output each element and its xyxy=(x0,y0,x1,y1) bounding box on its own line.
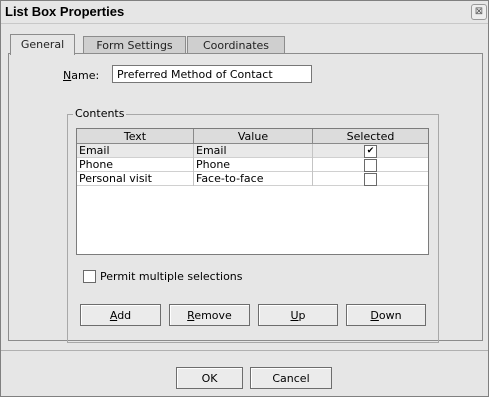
contents-group-label: Contents xyxy=(73,107,127,120)
row-selected-checkbox[interactable] xyxy=(364,159,377,172)
name-input[interactable] xyxy=(112,65,312,83)
row-value-cell[interactable]: Face-to-face xyxy=(194,172,313,186)
close-icon[interactable]: ⊠ xyxy=(471,4,487,20)
column-header-selected[interactable]: Selected xyxy=(313,129,428,144)
row-selected-checkbox[interactable] xyxy=(364,173,377,186)
tab-coordinates[interactable]: Coordinates xyxy=(187,36,285,54)
row-selected-checkbox[interactable]: ✔ xyxy=(364,145,377,158)
footer-divider xyxy=(1,350,488,351)
row-value-cell[interactable]: Email xyxy=(194,144,313,158)
up-button[interactable]: Up xyxy=(258,304,338,326)
row-text-cell[interactable]: Phone xyxy=(77,158,194,172)
list-box-properties-dialog: List Box Properties ⊠ General Form Setti… xyxy=(0,0,489,397)
table-row[interactable]: Email Email ✔ xyxy=(77,144,428,158)
contents-table[interactable]: Text Value Selected Email Email ✔ Phone … xyxy=(76,128,429,255)
row-text-cell[interactable]: Email xyxy=(77,144,194,158)
row-selected-cell xyxy=(313,158,428,172)
row-value-cell[interactable]: Phone xyxy=(194,158,313,172)
column-header-value[interactable]: Value xyxy=(194,129,313,144)
table-row[interactable]: Personal visit Face-to-face xyxy=(77,172,428,186)
permit-multiple-label[interactable]: Permit multiple selections xyxy=(100,270,243,283)
dialog-title: List Box Properties xyxy=(5,4,125,19)
title-bar[interactable]: List Box Properties ⊠ xyxy=(1,1,488,24)
name-label: Name: xyxy=(63,69,100,82)
row-selected-cell xyxy=(313,172,428,186)
row-text-cell[interactable]: Personal visit xyxy=(77,172,194,186)
permit-multiple-checkbox[interactable] xyxy=(83,270,96,283)
row-selected-cell: ✔ xyxy=(313,144,428,158)
add-button[interactable]: Add xyxy=(80,304,161,326)
remove-button[interactable]: Remove xyxy=(169,304,250,326)
tab-general[interactable]: General xyxy=(10,34,75,55)
cancel-button[interactable]: Cancel xyxy=(250,367,332,389)
column-header-text[interactable]: Text xyxy=(77,129,194,144)
down-button[interactable]: Down xyxy=(346,304,426,326)
tab-form-settings[interactable]: Form Settings xyxy=(83,36,186,54)
table-row[interactable]: Phone Phone xyxy=(77,158,428,172)
ok-button[interactable]: OK xyxy=(176,367,243,389)
